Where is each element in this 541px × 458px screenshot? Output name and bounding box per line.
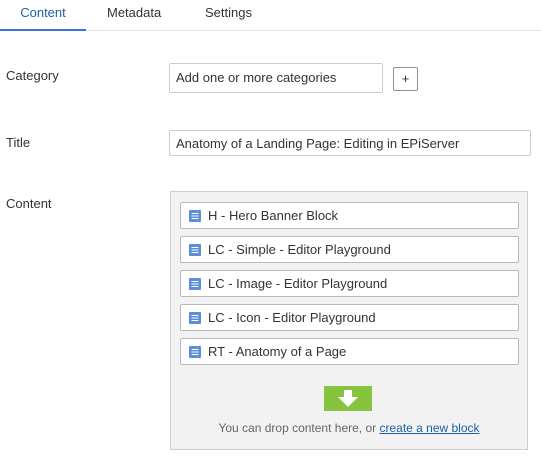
tab-content-label: Content [20,5,66,20]
block-icon [189,278,201,290]
tab-metadata[interactable]: Metadata [107,0,161,30]
add-category-button[interactable]: + [393,67,418,91]
content-block-item[interactable]: LC - Icon - Editor Playground [180,304,519,331]
block-icon [189,244,201,256]
drop-zone-message: You can drop content here, or [218,421,380,435]
tab-bar: Content Metadata Settings [0,0,541,31]
block-icon [189,210,201,222]
create-new-block-link[interactable]: create a new block [379,421,479,435]
content-block-label: LC - Image - Editor Playground [208,276,388,291]
tab-settings[interactable]: Settings [205,0,252,30]
download-arrow-icon [338,390,358,407]
content-block-label: LC - Simple - Editor Playground [208,242,391,257]
active-tab-indicator [0,29,86,31]
title-input[interactable] [169,130,531,156]
drop-zone-arrow [324,386,372,411]
tab-settings-label: Settings [205,5,252,20]
category-label: Category [6,68,59,83]
content-block-label: RT - Anatomy of a Page [208,344,347,359]
content-block-label: H - Hero Banner Block [208,208,339,223]
content-block-item[interactable]: LC - Simple - Editor Playground [180,236,519,263]
content-block-item[interactable]: RT - Anatomy of a Page [180,338,519,365]
block-icon [189,346,201,358]
category-selector[interactable]: Add one or more categories [169,63,383,93]
tab-content[interactable]: Content [0,0,86,31]
content-area[interactable]: H - Hero Banner Block LC - Simple - Edit… [170,191,528,450]
content-block-item[interactable]: H - Hero Banner Block [180,202,519,229]
content-editor-panel: Content Metadata Settings Category Add o… [0,0,541,458]
content-block-item[interactable]: LC - Image - Editor Playground [180,270,519,297]
title-label: Title [6,135,31,150]
content-label: Content [6,196,52,211]
block-icon [189,312,201,324]
drop-zone-text: You can drop content here, or create a n… [171,421,527,435]
tab-metadata-label: Metadata [107,5,162,20]
content-block-label: LC - Icon - Editor Playground [208,310,376,325]
